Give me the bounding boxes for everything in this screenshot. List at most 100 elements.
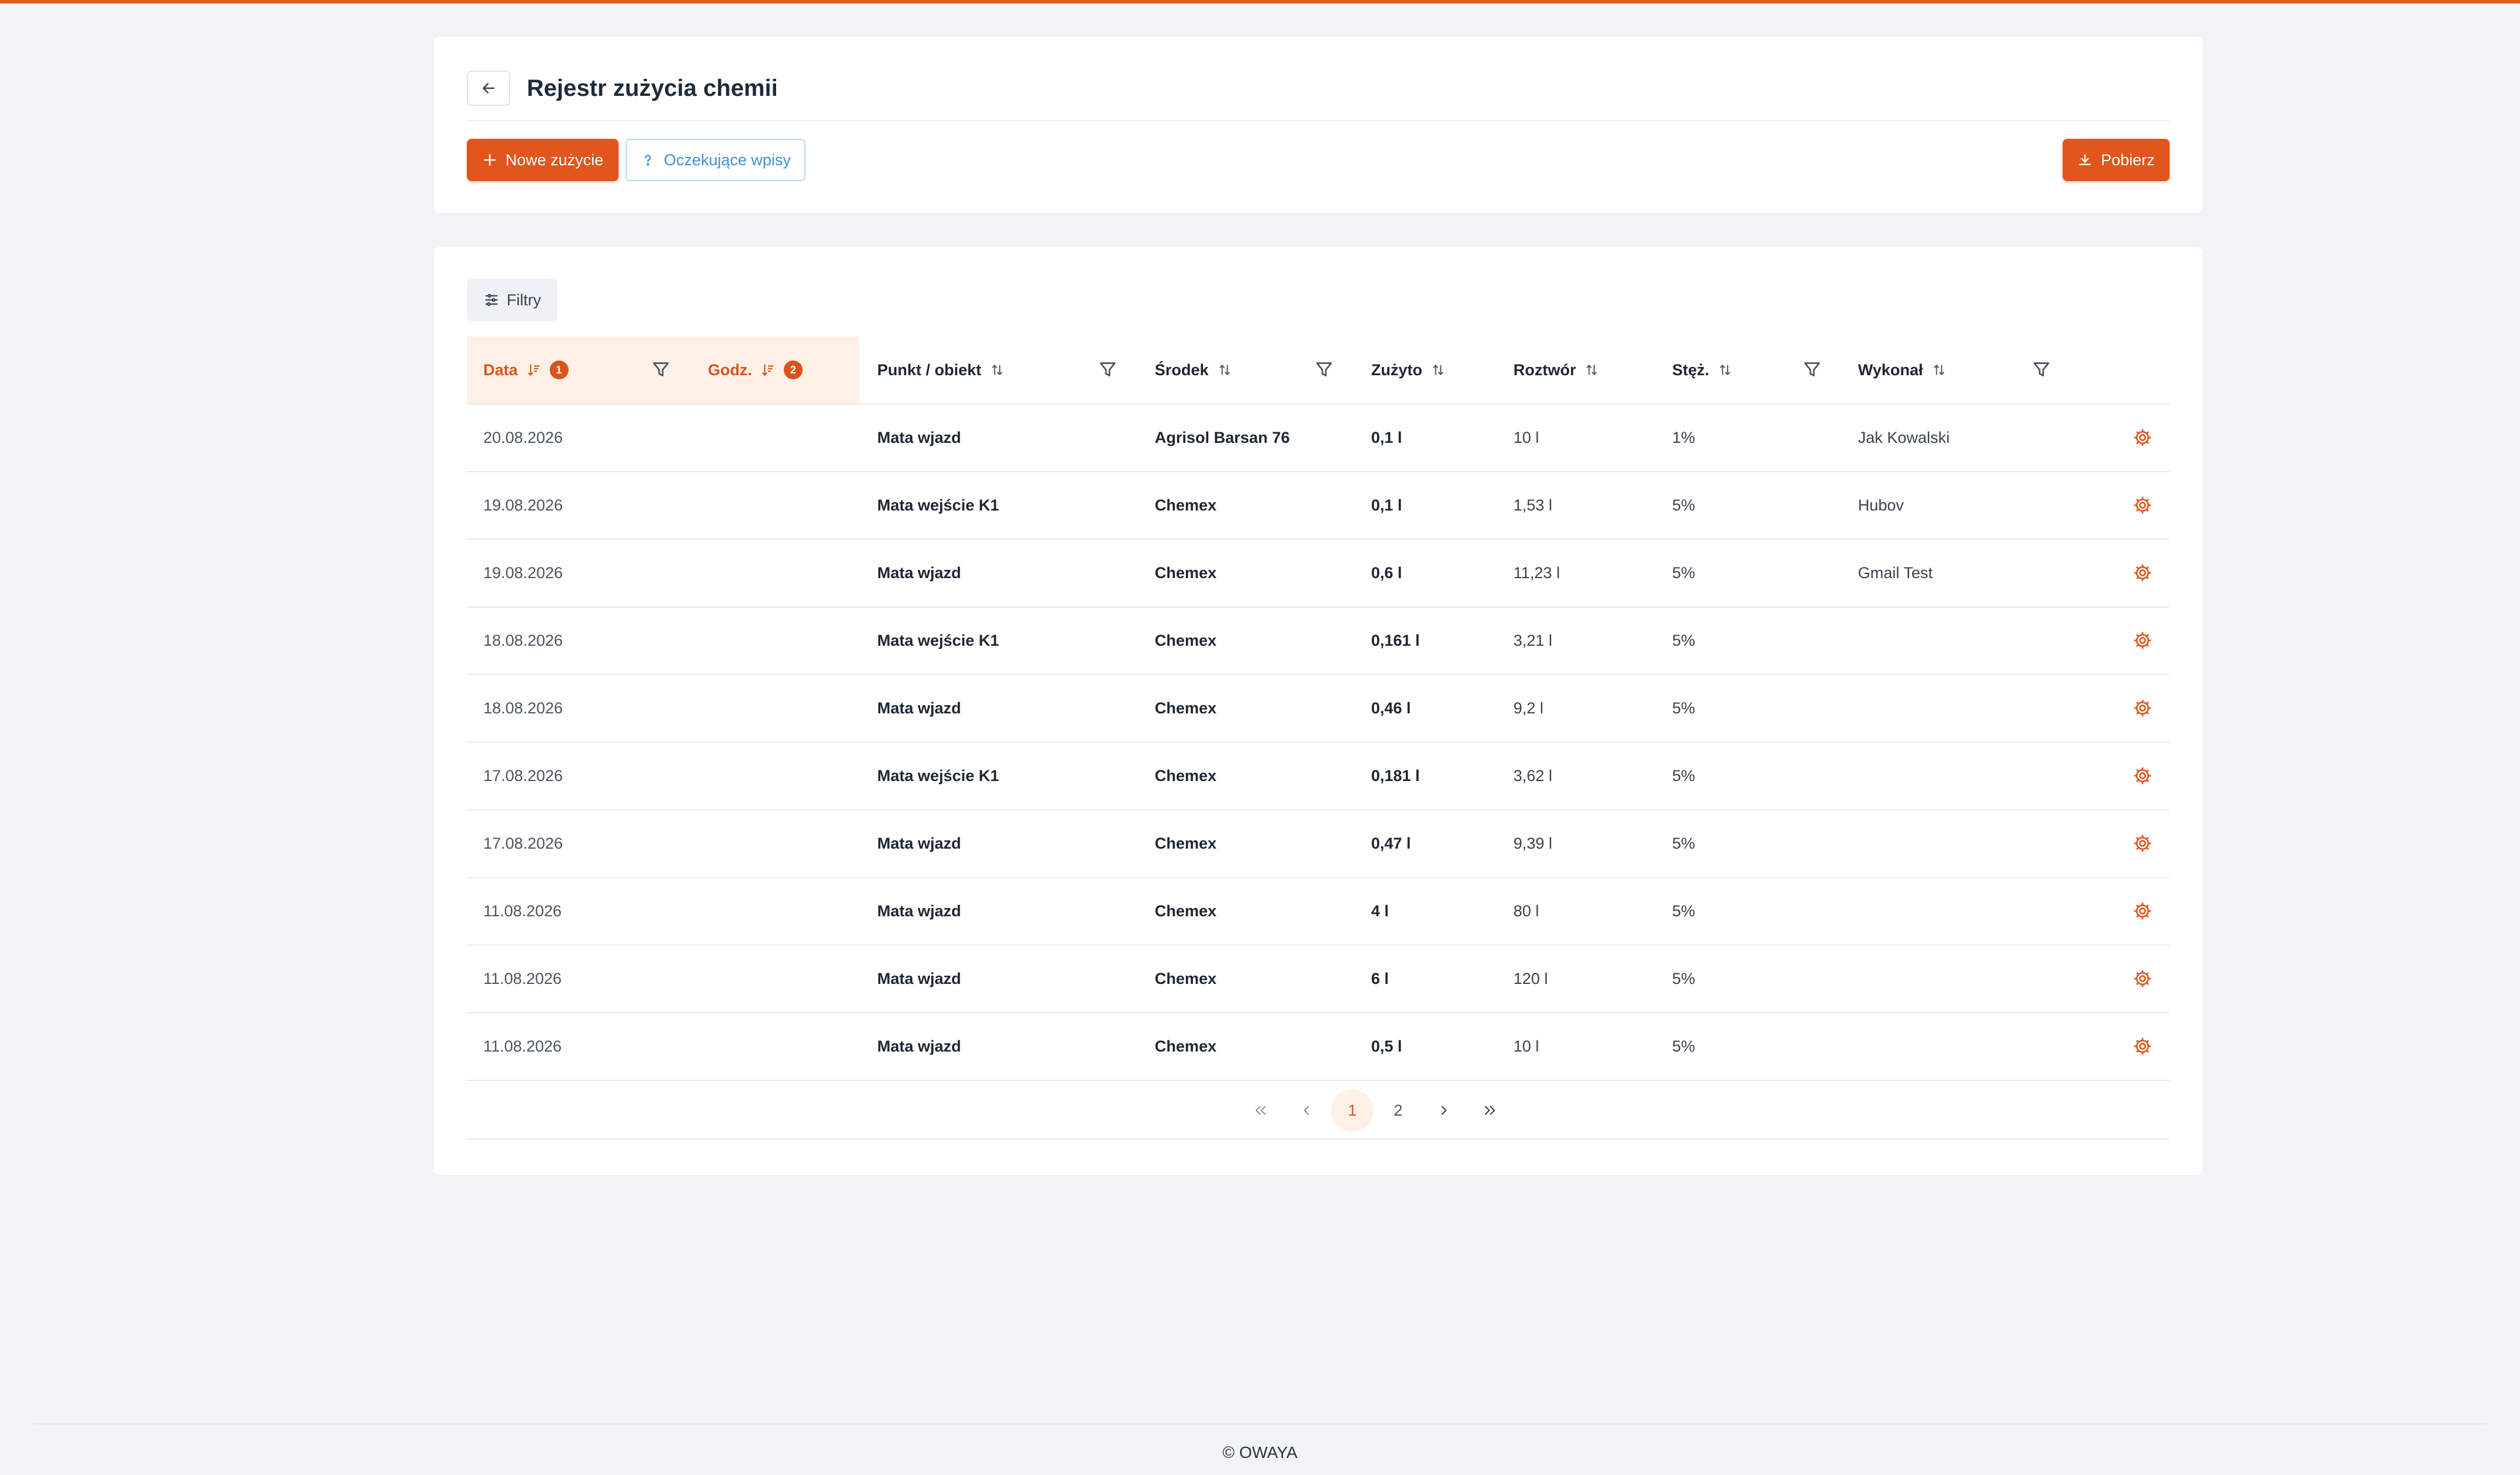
- cell-concentration: 5%: [1672, 902, 1696, 920]
- cell-solution: 10 l: [1513, 429, 1539, 446]
- cell-agent: Chemex: [1155, 970, 1217, 987]
- page-button-2[interactable]: 2: [1377, 1089, 1419, 1132]
- funnel-icon[interactable]: [1802, 359, 1823, 380]
- table-header: Data 1 Godz. 2 Punkt / obiekt Środek Zuż…: [467, 336, 2170, 405]
- table-row[interactable]: 20.08.2026 Mata wjazd Agrisol Barsan 76 …: [467, 405, 2170, 472]
- table-row[interactable]: 11.08.2026 Mata wjazd Chemex 0,5 l 10 l …: [467, 1013, 2170, 1081]
- pending-entries-button[interactable]: Oczekujące wpisy: [626, 139, 806, 181]
- page-button-1[interactable]: 1: [1331, 1089, 1373, 1132]
- gear-icon[interactable]: [2132, 630, 2153, 651]
- cell-used: 0,47 l: [1371, 835, 1411, 852]
- header-divider: [467, 120, 2170, 121]
- cell-agent: Agrisol Barsan 76: [1155, 429, 1290, 446]
- cell-point: Mata wjazd: [877, 429, 961, 446]
- cell-point: Mata wjazd: [877, 970, 961, 987]
- new-usage-button[interactable]: Nowe zużycie: [467, 139, 619, 181]
- table-row[interactable]: 17.08.2026 Mata wejście K1 Chemex 0,181 …: [467, 743, 2170, 810]
- plus-icon: [483, 154, 496, 166]
- sort-order-badge: 2: [784, 361, 803, 379]
- footer-divider: [33, 1423, 2487, 1424]
- cell-used: 0,6 l: [1371, 564, 1402, 582]
- last-page-button[interactable]: [1469, 1089, 1511, 1132]
- download-icon: [2079, 154, 2091, 165]
- chevron-left-icon: [1304, 1106, 1309, 1115]
- cell-solution: 10 l: [1513, 1037, 1539, 1055]
- cell-concentration: 5%: [1672, 767, 1696, 785]
- cell-used: 4 l: [1371, 902, 1389, 920]
- sliders-icon: [485, 293, 498, 306]
- cell-date: 11.08.2026: [483, 1037, 562, 1055]
- cell-solution: 9,2 l: [1513, 699, 1544, 717]
- sort-icon: [1586, 365, 1597, 375]
- cell-point: Mata wjazd: [877, 1037, 961, 1055]
- table-row[interactable]: 11.08.2026 Mata wjazd Chemex 6 l 120 l 5…: [467, 946, 2170, 1013]
- cell-concentration: 5%: [1672, 632, 1696, 649]
- back-button[interactable]: [467, 71, 510, 106]
- column-header-concentration[interactable]: Stęż.: [1672, 336, 1733, 403]
- table-row[interactable]: 17.08.2026 Mata wjazd Chemex 0,47 l 9,39…: [467, 810, 2170, 878]
- column-performed-by-label: Wykonał: [1858, 361, 1923, 379]
- chevron-right-icon: [1441, 1106, 1447, 1115]
- filters-label: Filtry: [506, 291, 542, 309]
- gear-icon[interactable]: [2132, 427, 2153, 448]
- sort-icon: [1219, 365, 1230, 375]
- cell-date: 18.08.2026: [483, 699, 563, 717]
- column-header-date[interactable]: Data 1: [483, 336, 569, 403]
- cell-concentration: 5%: [1672, 1037, 1696, 1055]
- funnel-icon[interactable]: [1097, 359, 1118, 380]
- download-label: Pobierz: [2101, 151, 2155, 169]
- cell-concentration: 5%: [1672, 970, 1696, 987]
- prev-page-button[interactable]: [1285, 1089, 1328, 1132]
- cell-point: Mata wjazd: [877, 564, 961, 582]
- first-page-button[interactable]: [1239, 1089, 1282, 1132]
- gear-icon[interactable]: [2132, 562, 2153, 583]
- sort-order-badge: 1: [549, 361, 569, 379]
- cell-agent: Chemex: [1155, 835, 1217, 852]
- funnel-icon[interactable]: [650, 359, 671, 380]
- table-row[interactable]: 19.08.2026 Mata wjazd Chemex 0,6 l 11,23…: [467, 540, 2170, 608]
- cell-date: 19.08.2026: [483, 496, 563, 514]
- column-header-used[interactable]: Zużyto: [1371, 336, 1446, 403]
- cell-concentration: 5%: [1672, 835, 1696, 852]
- column-used-label: Zużyto: [1371, 361, 1422, 379]
- pagination: 1 2: [467, 1081, 2170, 1140]
- funnel-icon[interactable]: [2031, 359, 2052, 380]
- column-point-label: Punkt / obiekt: [877, 361, 982, 379]
- next-page-button[interactable]: [1423, 1089, 1465, 1132]
- filters-button[interactable]: Filtry: [467, 279, 557, 321]
- gear-icon[interactable]: [2132, 698, 2153, 719]
- gear-icon[interactable]: [2132, 833, 2153, 854]
- cell-agent: Chemex: [1155, 902, 1217, 920]
- gear-icon[interactable]: [2132, 968, 2153, 989]
- gear-icon[interactable]: [2132, 765, 2153, 786]
- cell-solution: 1,53 l: [1513, 496, 1553, 514]
- cell-used: 0,161 l: [1371, 632, 1420, 649]
- gear-icon[interactable]: [2132, 900, 2153, 922]
- column-header-point[interactable]: Punkt / obiekt: [877, 336, 1005, 403]
- cell-point: Mata wjazd: [877, 902, 961, 920]
- cell-concentration: 5%: [1672, 564, 1696, 582]
- cell-agent: Chemex: [1155, 564, 1217, 582]
- cell-point: Mata wjazd: [877, 835, 961, 852]
- column-header-performed-by[interactable]: Wykonał: [1858, 336, 1947, 403]
- cell-used: 0,5 l: [1371, 1037, 1402, 1055]
- download-button[interactable]: Pobierz: [2063, 139, 2170, 181]
- gear-icon[interactable]: [2132, 495, 2153, 516]
- table-row[interactable]: 18.08.2026 Mata wejście K1 Chemex 0,161 …: [467, 608, 2170, 675]
- chevrons-left-icon: [1255, 1106, 1266, 1115]
- column-header-agent[interactable]: Środek: [1155, 336, 1232, 403]
- cell-performed-by: Hubov: [1858, 496, 1904, 514]
- cell-date: 11.08.2026: [483, 902, 562, 920]
- cell-date: 18.08.2026: [483, 632, 563, 649]
- column-header-solution[interactable]: Roztwór: [1513, 336, 1599, 403]
- pending-entries-label: Oczekujące wpisy: [663, 151, 791, 169]
- cell-point: Mata wjazd: [877, 699, 961, 717]
- table-row[interactable]: 11.08.2026 Mata wjazd Chemex 4 l 80 l 5%: [467, 878, 2170, 946]
- funnel-icon[interactable]: [1314, 359, 1335, 380]
- column-solution-label: Roztwór: [1513, 361, 1576, 379]
- page-title: Rejestr zużycia chemii: [527, 75, 778, 101]
- gear-icon[interactable]: [2132, 1036, 2153, 1057]
- table-row[interactable]: 19.08.2026 Mata wejście K1 Chemex 0,1 l …: [467, 472, 2170, 540]
- table-row[interactable]: 18.08.2026 Mata wjazd Chemex 0,46 l 9,2 …: [467, 675, 2170, 743]
- column-header-time[interactable]: Godz. 2: [708, 336, 803, 403]
